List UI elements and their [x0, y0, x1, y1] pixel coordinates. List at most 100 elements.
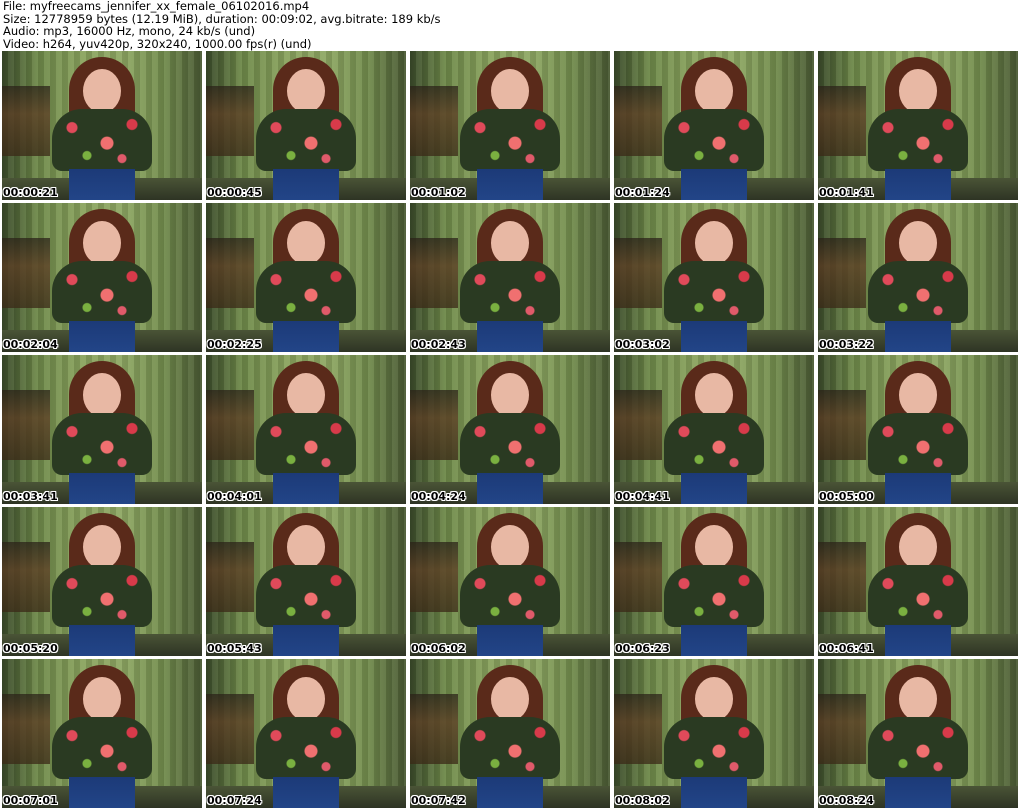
person-jeans: [69, 777, 135, 808]
person-jeans: [477, 169, 543, 200]
person-face: [287, 221, 325, 265]
person-shirt: [52, 261, 152, 323]
person-shirt: [256, 261, 356, 323]
shelf-background: [410, 542, 458, 612]
person-jeans: [681, 625, 747, 656]
person-jeans: [885, 625, 951, 656]
person-shirt: [868, 261, 968, 323]
video-frame-thumbnail: 00:03:02: [614, 203, 814, 352]
person-shirt: [460, 261, 560, 323]
frame-timestamp: 00:06:02: [411, 642, 466, 655]
shelf-background: [2, 86, 50, 156]
person-figure: [47, 361, 157, 504]
person-shirt: [868, 717, 968, 779]
video-frame-thumbnail: 00:05:43: [206, 507, 406, 656]
person-face: [83, 221, 121, 265]
video-frame-thumbnail: 00:00:21: [2, 51, 202, 200]
person-shirt: [868, 109, 968, 171]
person-shirt: [460, 565, 560, 627]
person-jeans: [681, 169, 747, 200]
person-face: [695, 221, 733, 265]
person-face: [83, 373, 121, 417]
frame-timestamp: 00:05:20: [3, 642, 58, 655]
person-jeans: [69, 169, 135, 200]
person-figure: [659, 513, 769, 656]
person-figure: [251, 665, 361, 808]
shelf-background: [410, 390, 458, 460]
shelf-background: [410, 86, 458, 156]
person-jeans: [885, 473, 951, 504]
frame-timestamp: 00:01:41: [819, 186, 874, 199]
video-frame-thumbnail: 00:07:24: [206, 659, 406, 808]
frame-timestamp: 00:07:42: [411, 794, 466, 807]
person-figure: [863, 57, 973, 200]
person-shirt: [868, 413, 968, 475]
person-jeans: [681, 321, 747, 352]
video-frame-thumbnail: 00:02:25: [206, 203, 406, 352]
person-shirt: [256, 413, 356, 475]
shelf-background: [206, 694, 254, 764]
shelf-background: [818, 238, 866, 308]
frame-timestamp: 00:03:22: [819, 338, 874, 351]
person-figure: [455, 209, 565, 352]
person-figure: [47, 665, 157, 808]
video-frame-thumbnail: 00:07:01: [2, 659, 202, 808]
frame-timestamp: 00:02:04: [3, 338, 58, 351]
video-info-header: File: myfreecams_jennifer_xx_female_0610…: [3, 0, 441, 50]
shelf-background: [2, 694, 50, 764]
person-figure: [455, 361, 565, 504]
person-jeans: [885, 321, 951, 352]
person-face: [287, 677, 325, 721]
person-jeans: [681, 777, 747, 808]
person-shirt: [52, 413, 152, 475]
person-figure: [659, 665, 769, 808]
shelf-background: [614, 694, 662, 764]
video-frame-thumbnail: 00:03:22: [818, 203, 1018, 352]
person-jeans: [69, 473, 135, 504]
person-face: [491, 69, 529, 113]
person-face: [83, 525, 121, 569]
frame-timestamp: 00:08:24: [819, 794, 874, 807]
video-frame-thumbnail: 00:01:02: [410, 51, 610, 200]
person-face: [491, 221, 529, 265]
person-jeans: [885, 169, 951, 200]
person-figure: [659, 361, 769, 504]
person-figure: [455, 513, 565, 656]
person-shirt: [460, 413, 560, 475]
person-face: [287, 373, 325, 417]
person-face: [899, 221, 937, 265]
person-face: [695, 69, 733, 113]
video-frame-thumbnail: 00:08:24: [818, 659, 1018, 808]
person-figure: [455, 57, 565, 200]
video-frame-thumbnail: 00:06:02: [410, 507, 610, 656]
shelf-background: [206, 238, 254, 308]
shelf-background: [2, 390, 50, 460]
person-jeans: [273, 321, 339, 352]
shelf-background: [410, 238, 458, 308]
person-shirt: [256, 565, 356, 627]
person-jeans: [477, 473, 543, 504]
person-face: [491, 373, 529, 417]
person-face: [899, 525, 937, 569]
shelf-background: [818, 390, 866, 460]
person-face: [491, 677, 529, 721]
person-shirt: [664, 565, 764, 627]
video-frame-thumbnail: 00:06:41: [818, 507, 1018, 656]
person-jeans: [477, 777, 543, 808]
frame-timestamp: 00:07:24: [207, 794, 262, 807]
frame-timestamp: 00:02:43: [411, 338, 466, 351]
person-face: [491, 525, 529, 569]
person-shirt: [460, 109, 560, 171]
person-shirt: [868, 565, 968, 627]
video-frame-thumbnail: 00:03:41: [2, 355, 202, 504]
person-figure: [47, 57, 157, 200]
shelf-background: [818, 86, 866, 156]
person-jeans: [69, 321, 135, 352]
person-face: [899, 677, 937, 721]
person-jeans: [477, 321, 543, 352]
frame-timestamp: 00:04:01: [207, 490, 262, 503]
video-frame-thumbnail: 00:07:42: [410, 659, 610, 808]
person-jeans: [273, 169, 339, 200]
shelf-background: [206, 390, 254, 460]
frame-timestamp: 00:06:41: [819, 642, 874, 655]
